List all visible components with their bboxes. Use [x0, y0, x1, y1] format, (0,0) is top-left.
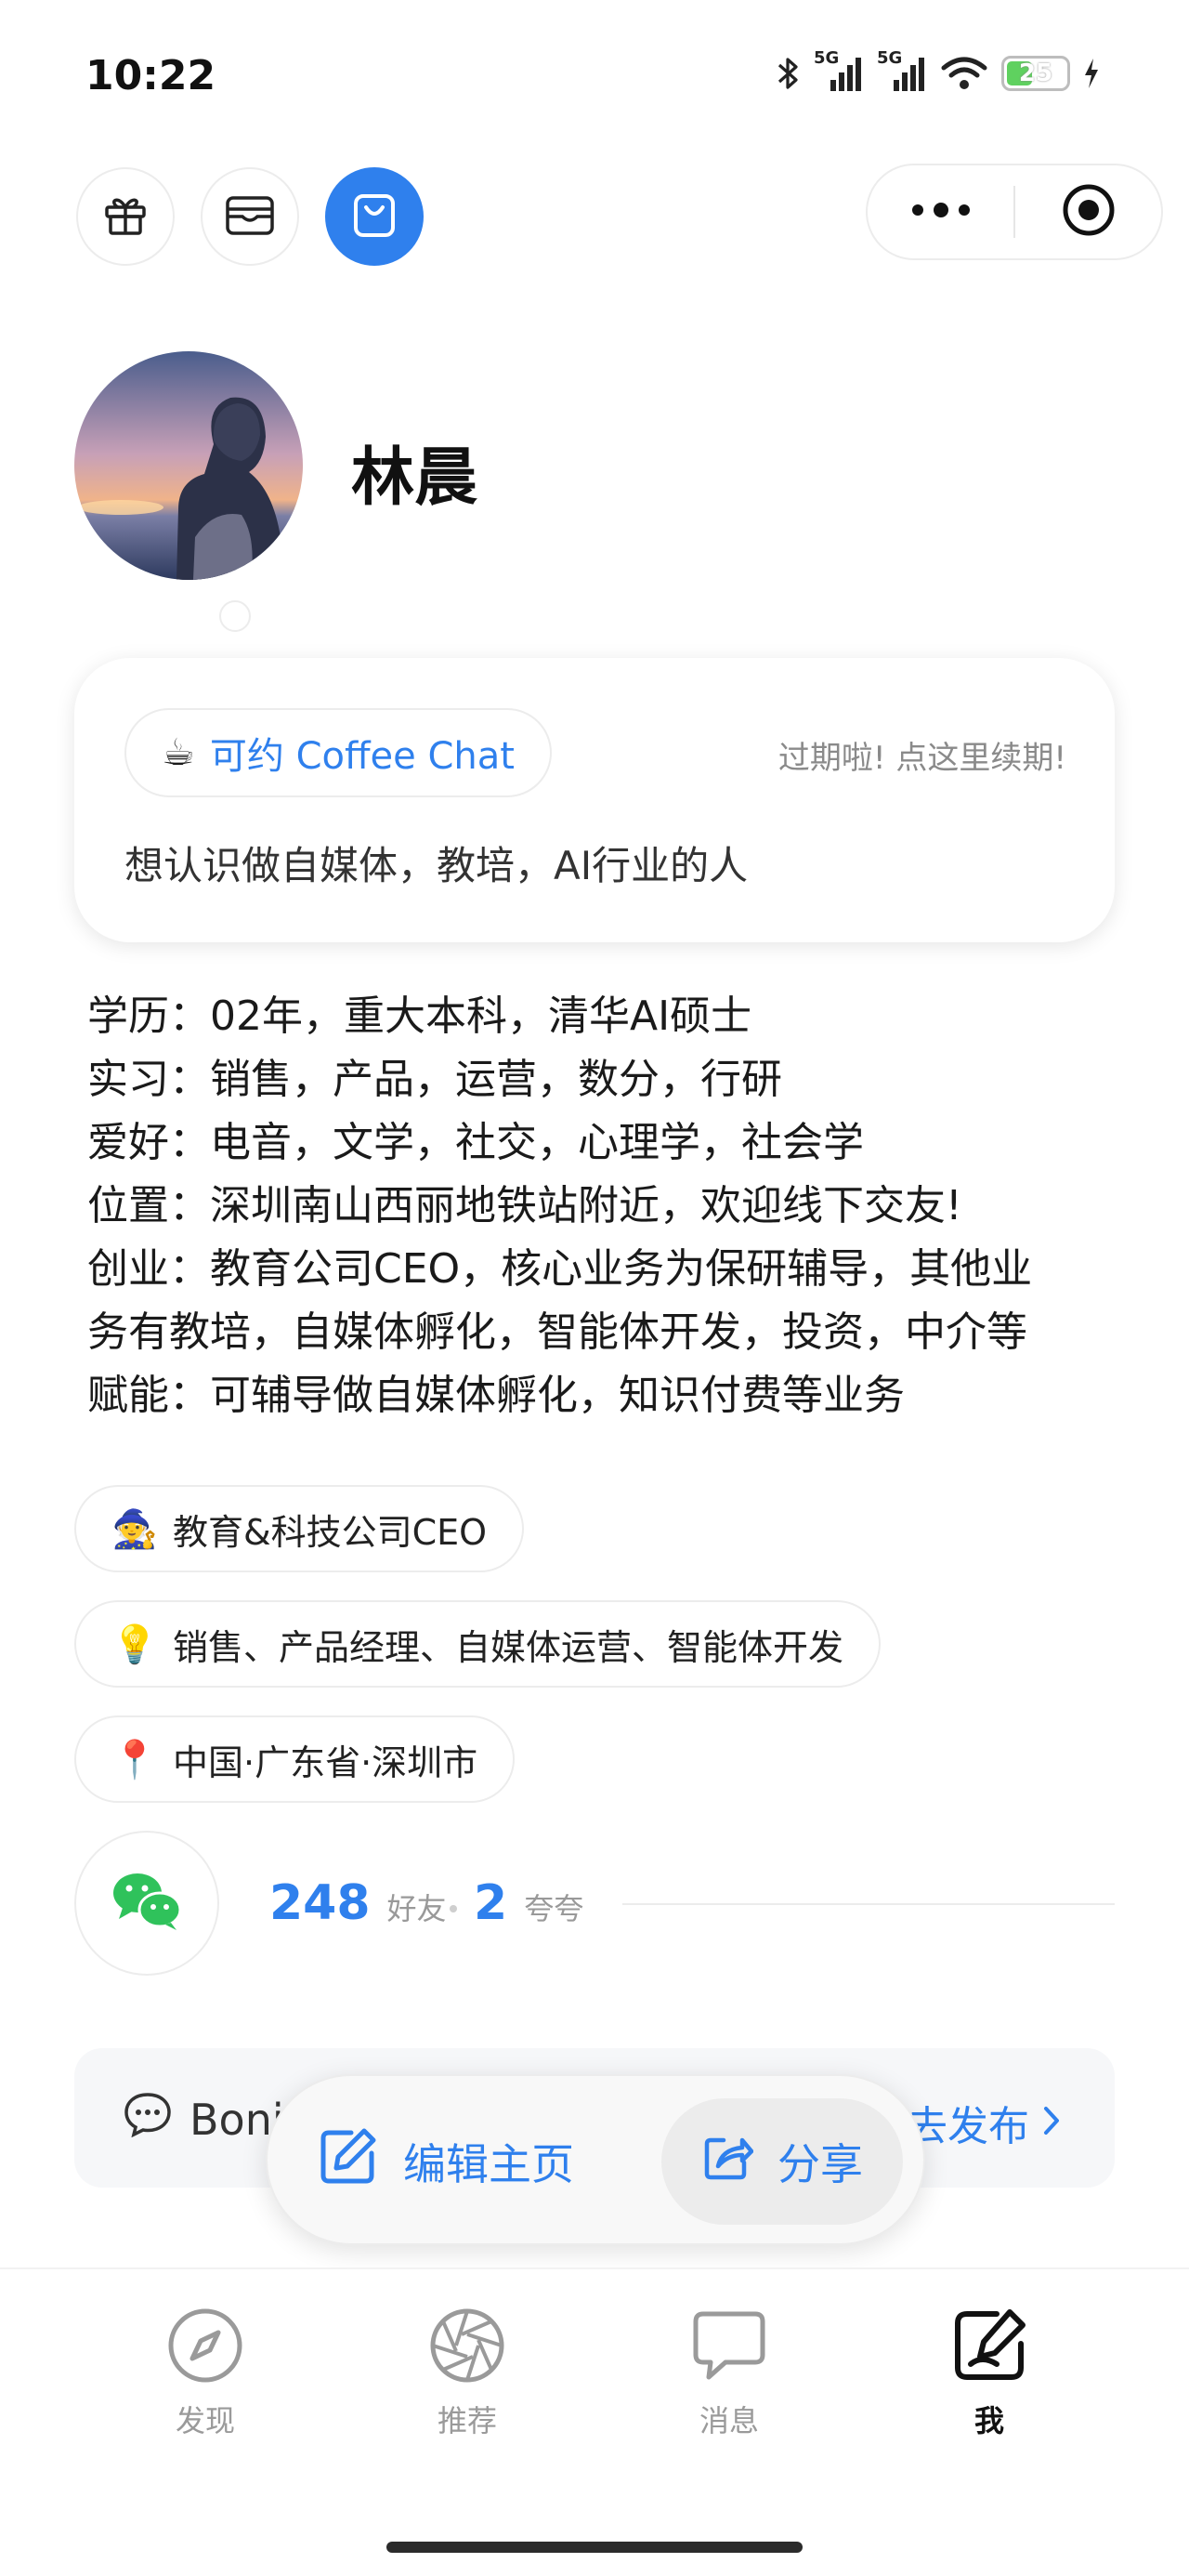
coffee-chat-card[interactable]: ☕ 可约 Coffee Chat 过期啦! 点这里续期! 想认识做自媒体，教培，…: [74, 658, 1115, 942]
stats-divider-line: [622, 1903, 1115, 1905]
bluetooth-icon: [777, 55, 801, 92]
tab-recommend[interactable]: 推荐: [393, 2307, 542, 2440]
praise-count: 2: [474, 1875, 508, 1931]
status-icons: 5G 5G 25: [777, 48, 1100, 93]
friends-label: 好友: [386, 1891, 447, 1926]
battery-icon: 25: [1001, 56, 1070, 91]
status-bar: 10:22 5G 5G 25: [0, 0, 1189, 158]
wallet-button[interactable]: [201, 167, 299, 266]
network-type-label: 5G: [814, 48, 840, 68]
location-pin-icon: 📍: [111, 1738, 158, 1781]
publish-link[interactable]: 去发布: [907, 2093, 1061, 2152]
tag-location[interactable]: 📍 中国·广东省·深圳市: [74, 1715, 516, 1803]
floating-action-bar: 编辑主页 分享: [266, 2074, 925, 2245]
wechat-icon: [111, 1871, 182, 1936]
stat-separator: [450, 1905, 457, 1912]
thought-bubble-dot: [219, 600, 251, 632]
message-icon: [690, 2307, 768, 2388]
share-button[interactable]: 分享: [661, 2098, 903, 2225]
tab-messages[interactable]: 消息: [655, 2307, 804, 2440]
wifi-icon: [940, 55, 988, 92]
target-circle-icon: [1061, 182, 1117, 242]
shopping-bag-icon: [351, 191, 398, 243]
wizard-icon: 🧙: [111, 1507, 158, 1551]
share-label: 分享: [777, 2139, 863, 2189]
bio-line: 位置：深圳南山西丽地铁站附近，欢迎线下交友!: [87, 1182, 962, 1229]
coffee-chat-pill[interactable]: ☕ 可约 Coffee Chat: [124, 708, 552, 797]
coffee-cup-icon: ☕: [162, 731, 195, 774]
bio-line: 赋能：可辅导做自媒体孵化，知识付费等业务: [87, 1372, 905, 1419]
praise-stat[interactable]: 2 夸夸: [474, 1875, 583, 1931]
close-miniprogram-button[interactable]: [1015, 165, 1161, 258]
coffee-chat-label: 可约 Coffee Chat: [209, 735, 515, 778]
tag-label: 中国·广东省·深圳市: [173, 1741, 478, 1783]
friends-count: 248: [269, 1875, 371, 1931]
miniprogram-capsule: [866, 164, 1163, 260]
tab-discover[interactable]: 发现: [131, 2307, 280, 2440]
network-type-label-2: 5G: [877, 48, 903, 68]
tag-label: 教育&科技公司CEO: [173, 1511, 488, 1553]
tag-label: 销售、产品经理、自媒体运营、智能体开发: [173, 1626, 844, 1668]
lightbulb-icon: 💡: [111, 1623, 158, 1666]
bio-line: 创业：教育公司CEO，核心业务为保研辅导，其他业: [87, 1245, 1033, 1293]
edit-profile-button[interactable]: 编辑主页: [301, 2098, 589, 2225]
friends-stat[interactable]: 248 好友: [269, 1875, 447, 1931]
shop-button[interactable]: [325, 167, 424, 266]
tab-label: 我: [973, 2403, 1004, 2438]
praise-label: 夸夸: [524, 1891, 584, 1926]
bio-line: 爱好：电音，文学，社交，心理学，社会学: [87, 1119, 864, 1166]
battery-level: 25: [1018, 59, 1053, 87]
bottom-tab-bar: 发现 推荐 消息 我: [0, 2267, 1189, 2481]
share-icon: [701, 2131, 754, 2193]
bio-text: 学历：02年，重大本科，清华AI硕士 实习：销售，产品，运营，数分，行研 爱好：…: [87, 985, 1118, 1427]
gift-button[interactable]: [76, 167, 175, 266]
stats-row: 248 好友 2 夸夸: [74, 1831, 1115, 1979]
wechat-button[interactable]: [74, 1831, 219, 1976]
status-time: 10:22: [85, 52, 216, 99]
tag-skills[interactable]: 💡 销售、产品经理、自媒体运营、智能体开发: [74, 1600, 882, 1688]
avatar[interactable]: [74, 351, 303, 580]
cellular-signal-icon-2: 5G: [877, 48, 927, 93]
profile-name: 林晨: [351, 441, 478, 515]
bio-line: 学历：02年，重大本科，清华AI硕士: [87, 992, 752, 1040]
coffee-chat-description: 想认识做自媒体，教培，AI行业的人: [124, 843, 749, 888]
chevron-right-icon: [1042, 2099, 1061, 2147]
more-button[interactable]: [868, 165, 1013, 258]
edit-profile-icon: [950, 2307, 1028, 2388]
wallet-icon: [224, 191, 276, 243]
tag-occupation[interactable]: 🧙 教育&科技公司CEO: [74, 1485, 525, 1572]
edit-profile-label: 编辑主页: [403, 2139, 574, 2189]
renew-link[interactable]: 过期啦! 点这里续期!: [778, 732, 1066, 778]
home-indicator[interactable]: [386, 2542, 803, 2553]
tab-me[interactable]: 我: [915, 2307, 1064, 2440]
publish-label: 去发布: [907, 2103, 1029, 2150]
bio-line: 实习：销售，产品，运营，数分，行研: [87, 1056, 782, 1103]
cellular-signal-icon: 5G: [814, 48, 864, 93]
gift-icon: [101, 191, 150, 243]
bio-line: 务有教培，自媒体孵化，智能体开发，投资，中介等: [87, 1308, 1027, 1356]
tab-label: 发现: [175, 2403, 235, 2438]
speech-bubble-icon: [123, 2091, 173, 2148]
charging-icon: [1083, 57, 1100, 90]
edit-icon: [316, 2125, 379, 2199]
post-prompt-left: Bonj: [123, 2091, 284, 2148]
aperture-icon: [428, 2307, 506, 2388]
more-dots-icon: [910, 201, 972, 223]
tab-label: 推荐: [437, 2403, 497, 2438]
tab-label: 消息: [699, 2403, 759, 2438]
compass-icon: [166, 2307, 244, 2388]
